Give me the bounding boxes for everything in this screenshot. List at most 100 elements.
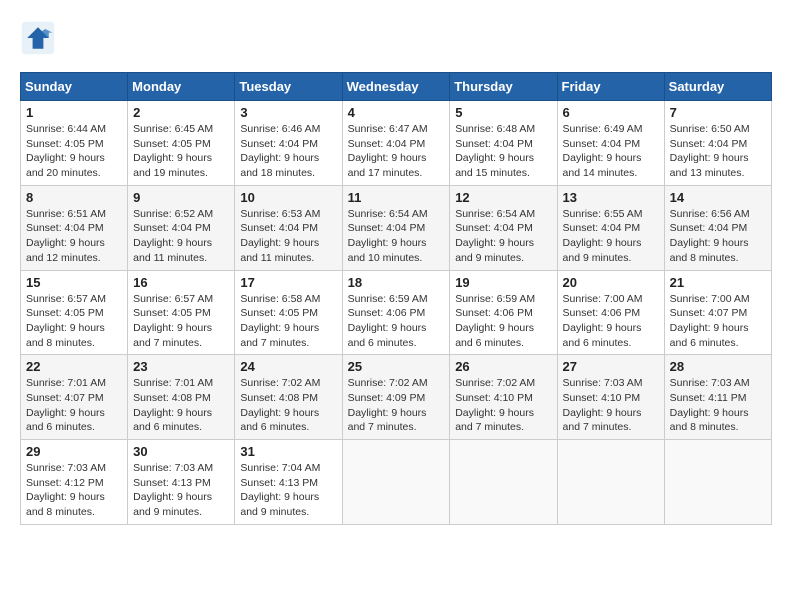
calendar-cell: 4 Sunrise: 6:47 AMSunset: 4:04 PMDaylight… [342, 101, 450, 186]
calendar-week-1: 1Sunrise: 6:44 AMSunset: 4:05 PMDaylight… [21, 101, 772, 186]
day-info: Sunrise: 6:54 AMSunset: 4:04 PMDaylight:… [455, 207, 551, 266]
day-number: 5 [455, 105, 551, 120]
calendar-cell: 27 Sunrise: 7:03 AMSunset: 4:10 PMDayligh… [557, 355, 664, 440]
calendar-cell: 10 Sunrise: 6:53 AMSunset: 4:04 PMDayligh… [235, 185, 342, 270]
calendar-cell: 29 Sunrise: 7:03 AMSunset: 4:12 PMDayligh… [21, 440, 128, 525]
day-number: 18 [348, 275, 445, 290]
calendar-cell: 25 Sunrise: 7:02 AMSunset: 4:09 PMDayligh… [342, 355, 450, 440]
calendar-header-friday: Friday [557, 73, 664, 101]
calendar-cell: 6 Sunrise: 6:49 AMSunset: 4:04 PMDaylight… [557, 101, 664, 186]
day-info: Sunrise: 7:00 AMSunset: 4:07 PMDaylight:… [670, 292, 766, 351]
day-number: 16 [133, 275, 229, 290]
calendar-cell: 15 Sunrise: 6:57 AMSunset: 4:05 PMDayligh… [21, 270, 128, 355]
calendar-cell: 8 Sunrise: 6:51 AMSunset: 4:04 PMDaylight… [21, 185, 128, 270]
day-number: 22 [26, 359, 122, 374]
day-number: 4 [348, 105, 445, 120]
day-number: 28 [670, 359, 766, 374]
day-info: Sunrise: 6:46 AMSunset: 4:04 PMDaylight:… [240, 122, 336, 181]
calendar-cell: 16 Sunrise: 6:57 AMSunset: 4:05 PMDayligh… [128, 270, 235, 355]
calendar-cell: 11 Sunrise: 6:54 AMSunset: 4:04 PMDayligh… [342, 185, 450, 270]
day-number: 3 [240, 105, 336, 120]
calendar-cell: 20Sunrise: 7:00 AMSunset: 4:06 PMDayligh… [557, 270, 664, 355]
calendar-header-saturday: Saturday [664, 73, 771, 101]
calendar-header-monday: Monday [128, 73, 235, 101]
day-number: 7 [670, 105, 766, 120]
calendar-cell: 17 Sunrise: 6:58 AMSunset: 4:05 PMDayligh… [235, 270, 342, 355]
day-number: 30 [133, 444, 229, 459]
day-info: Sunrise: 6:52 AMSunset: 4:04 PMDaylight:… [133, 207, 229, 266]
calendar-cell: 9 Sunrise: 6:52 AMSunset: 4:04 PMDaylight… [128, 185, 235, 270]
day-info: Sunrise: 6:57 AMSunset: 4:05 PMDaylight:… [133, 292, 229, 351]
calendar-cell: 28Sunrise: 7:03 AMSunset: 4:11 PMDayligh… [664, 355, 771, 440]
day-number: 24 [240, 359, 336, 374]
day-number: 23 [133, 359, 229, 374]
calendar-cell: 7 Sunrise: 6:50 AMSunset: 4:04 PMDaylight… [664, 101, 771, 186]
calendar-table: SundayMondayTuesdayWednesdayThursdayFrid… [20, 72, 772, 525]
day-info: Sunrise: 6:58 AMSunset: 4:05 PMDaylight:… [240, 292, 336, 351]
day-number: 12 [455, 190, 551, 205]
day-number: 10 [240, 190, 336, 205]
calendar-cell: 12 Sunrise: 6:54 AMSunset: 4:04 PMDayligh… [450, 185, 557, 270]
calendar-header-thursday: Thursday [450, 73, 557, 101]
calendar-week-5: 29 Sunrise: 7:03 AMSunset: 4:12 PMDayligh… [21, 440, 772, 525]
day-info: Sunrise: 7:01 AMSunset: 4:08 PMDaylight:… [133, 376, 229, 435]
day-number: 19 [455, 275, 551, 290]
day-number: 8 [26, 190, 122, 205]
day-number: 6 [563, 105, 659, 120]
calendar-cell: 24 Sunrise: 7:02 AMSunset: 4:08 PMDayligh… [235, 355, 342, 440]
calendar-week-3: 15 Sunrise: 6:57 AMSunset: 4:05 PMDayligh… [21, 270, 772, 355]
calendar-cell: 13Sunrise: 6:55 AMSunset: 4:04 PMDayligh… [557, 185, 664, 270]
calendar-header-sunday: Sunday [21, 73, 128, 101]
day-info: Sunrise: 6:51 AMSunset: 4:04 PMDaylight:… [26, 207, 122, 266]
calendar-cell: 19 Sunrise: 6:59 AMSunset: 4:06 PMDayligh… [450, 270, 557, 355]
calendar-cell: 2Sunrise: 6:45 AMSunset: 4:05 PMDaylight… [128, 101, 235, 186]
calendar-cell: 23 Sunrise: 7:01 AMSunset: 4:08 PMDayligh… [128, 355, 235, 440]
day-info: Sunrise: 6:54 AMSunset: 4:04 PMDaylight:… [348, 207, 445, 266]
day-info: Sunrise: 6:57 AMSunset: 4:05 PMDaylight:… [26, 292, 122, 351]
logo [20, 20, 62, 56]
day-number: 1 [26, 105, 122, 120]
day-info: Sunrise: 6:56 AMSunset: 4:04 PMDaylight:… [670, 207, 766, 266]
day-info: Sunrise: 7:00 AMSunset: 4:06 PMDaylight:… [563, 292, 659, 351]
day-info: Sunrise: 7:01 AMSunset: 4:07 PMDaylight:… [26, 376, 122, 435]
calendar-cell: 5 Sunrise: 6:48 AMSunset: 4:04 PMDaylight… [450, 101, 557, 186]
day-info: Sunrise: 6:59 AMSunset: 4:06 PMDaylight:… [455, 292, 551, 351]
calendar-week-4: 22 Sunrise: 7:01 AMSunset: 4:07 PMDayligh… [21, 355, 772, 440]
day-number: 31 [240, 444, 336, 459]
calendar-cell: 1Sunrise: 6:44 AMSunset: 4:05 PMDaylight… [21, 101, 128, 186]
calendar-cell: 3 Sunrise: 6:46 AMSunset: 4:04 PMDaylight… [235, 101, 342, 186]
calendar-header-tuesday: Tuesday [235, 73, 342, 101]
day-number: 25 [348, 359, 445, 374]
calendar-cell [450, 440, 557, 525]
day-number: 2 [133, 105, 229, 120]
day-info: Sunrise: 7:02 AMSunset: 4:09 PMDaylight:… [348, 376, 445, 435]
day-info: Sunrise: 7:03 AMSunset: 4:13 PMDaylight:… [133, 461, 229, 520]
calendar-cell: 14Sunrise: 6:56 AMSunset: 4:04 PMDayligh… [664, 185, 771, 270]
day-number: 29 [26, 444, 122, 459]
day-info: Sunrise: 6:48 AMSunset: 4:04 PMDaylight:… [455, 122, 551, 181]
day-number: 11 [348, 190, 445, 205]
day-number: 9 [133, 190, 229, 205]
calendar-header-wednesday: Wednesday [342, 73, 450, 101]
day-info: Sunrise: 6:49 AMSunset: 4:04 PMDaylight:… [563, 122, 659, 181]
day-info: Sunrise: 6:50 AMSunset: 4:04 PMDaylight:… [670, 122, 766, 181]
day-info: Sunrise: 6:55 AMSunset: 4:04 PMDaylight:… [563, 207, 659, 266]
calendar-cell: 26Sunrise: 7:02 AMSunset: 4:10 PMDayligh… [450, 355, 557, 440]
calendar-cell: 31Sunrise: 7:04 AMSunset: 4:13 PMDayligh… [235, 440, 342, 525]
day-number: 17 [240, 275, 336, 290]
day-number: 27 [563, 359, 659, 374]
day-info: Sunrise: 6:47 AMSunset: 4:04 PMDaylight:… [348, 122, 445, 181]
day-info: Sunrise: 7:03 AMSunset: 4:10 PMDaylight:… [563, 376, 659, 435]
calendar-cell [664, 440, 771, 525]
calendar-cell [342, 440, 450, 525]
day-number: 15 [26, 275, 122, 290]
day-info: Sunrise: 7:02 AMSunset: 4:08 PMDaylight:… [240, 376, 336, 435]
day-info: Sunrise: 7:03 AMSunset: 4:12 PMDaylight:… [26, 461, 122, 520]
calendar-cell: 18 Sunrise: 6:59 AMSunset: 4:06 PMDayligh… [342, 270, 450, 355]
day-number: 21 [670, 275, 766, 290]
day-info: Sunrise: 6:53 AMSunset: 4:04 PMDaylight:… [240, 207, 336, 266]
page-header [20, 20, 772, 56]
calendar-cell: 21 Sunrise: 7:00 AMSunset: 4:07 PMDayligh… [664, 270, 771, 355]
calendar-cell: 30 Sunrise: 7:03 AMSunset: 4:13 PMDayligh… [128, 440, 235, 525]
day-info: Sunrise: 6:59 AMSunset: 4:06 PMDaylight:… [348, 292, 445, 351]
